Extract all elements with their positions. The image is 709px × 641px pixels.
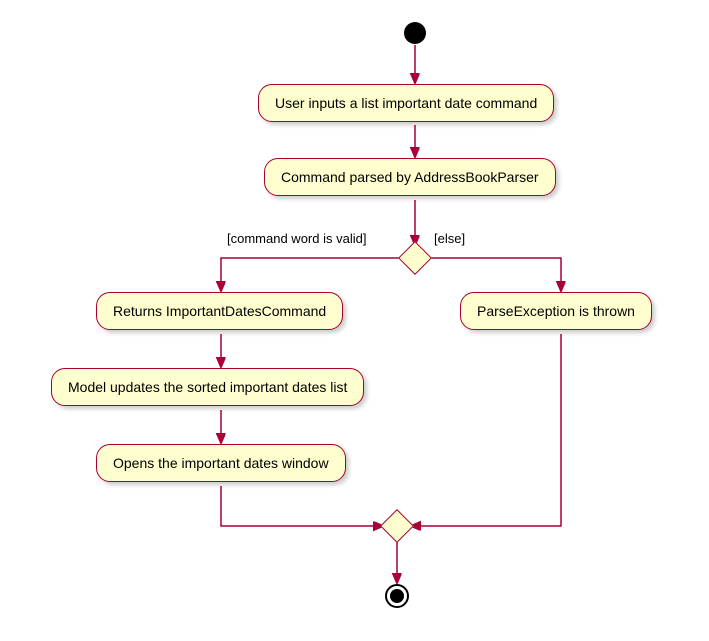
activity-node: User inputs a list important date comman… <box>258 84 554 122</box>
guard-label: [else] <box>434 231 465 246</box>
activity-node: Command parsed by AddressBookParser <box>264 158 556 196</box>
start-node <box>404 22 426 44</box>
node-label: Command parsed by AddressBookParser <box>281 169 539 185</box>
node-label: Model updates the sorted important dates… <box>68 379 347 395</box>
node-label: ParseException is thrown <box>477 303 635 319</box>
activity-node: Opens the important dates window <box>96 444 346 482</box>
node-label: User inputs a list important date comman… <box>275 95 537 111</box>
activity-node: ParseException is thrown <box>460 292 652 330</box>
activity-node: Model updates the sorted important dates… <box>51 368 364 406</box>
end-node <box>385 584 409 608</box>
merge-node <box>380 509 414 543</box>
decision-node <box>398 241 432 275</box>
guard-label: [command word is valid] <box>227 231 366 246</box>
node-label: Returns ImportantDatesCommand <box>113 303 326 319</box>
activity-node: Returns ImportantDatesCommand <box>96 292 343 330</box>
node-label: Opens the important dates window <box>113 455 329 471</box>
